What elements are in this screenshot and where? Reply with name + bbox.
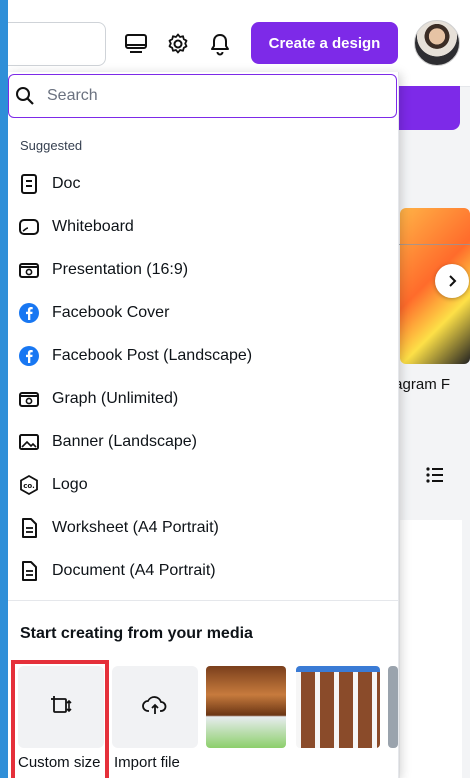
whiteboard-icon	[18, 216, 40, 238]
svg-text:co.: co.	[23, 482, 35, 490]
media-thumbnail[interactable]	[206, 666, 286, 748]
media-section-title: Start creating from your media	[20, 625, 253, 642]
avatar[interactable]	[414, 20, 460, 66]
suggested-item-document[interactable]: Document (A4 Portrait)	[8, 550, 398, 592]
image-icon	[18, 431, 40, 453]
media-thumbnail[interactable]	[296, 666, 380, 748]
create-design-button[interactable]: Create a design	[251, 22, 398, 64]
suggested-item-logo[interactable]: co. Logo	[8, 464, 398, 506]
background-panel	[400, 520, 462, 778]
suggested-item-presentation[interactable]: Presentation (16:9)	[8, 249, 398, 291]
graph-icon	[18, 388, 40, 410]
suggested-item-doc[interactable]: Doc	[8, 163, 398, 205]
create-design-dropdown: Search Suggested Doc Whiteboard Presenta…	[8, 72, 399, 778]
facebook-icon	[18, 302, 40, 324]
header-search-box[interactable]	[8, 22, 106, 66]
suggested-item-label: Banner (Landscape)	[52, 433, 197, 450]
suggested-item-label: Worksheet (A4 Portrait)	[52, 519, 219, 536]
import-file-label: Import file	[114, 754, 180, 771]
suggested-item-whiteboard[interactable]: Whiteboard	[8, 206, 398, 248]
suggested-item-graph[interactable]: Graph (Unlimited)	[8, 378, 398, 420]
monitor-icon[interactable]	[122, 30, 150, 58]
suggested-item-label: Presentation (16:9)	[52, 261, 189, 278]
suggested-item-facebook-cover[interactable]: Facebook Cover	[8, 292, 398, 334]
document-icon	[18, 517, 40, 539]
suggested-item-label: Facebook Post (Landscape)	[52, 347, 253, 364]
suggested-item-facebook-post[interactable]: Facebook Post (Landscape)	[8, 335, 398, 377]
document-icon	[18, 560, 40, 582]
media-thumbnail[interactable]	[388, 666, 398, 748]
cloud-upload-icon	[142, 693, 168, 722]
search-placeholder: Search	[47, 87, 98, 104]
suggested-item-label: Facebook Cover	[52, 304, 170, 321]
suggested-title: Suggested	[20, 138, 83, 153]
suggested-item-banner[interactable]: Banner (Landscape)	[8, 421, 398, 463]
suggested-item-label: Doc	[52, 175, 81, 192]
list-view-icon[interactable]	[426, 466, 444, 489]
custom-size-highlight	[11, 660, 109, 778]
suggested-item-label: Logo	[52, 476, 88, 493]
facebook-icon	[18, 345, 40, 367]
dropdown-divider	[8, 600, 398, 601]
search-input[interactable]: Search	[8, 74, 397, 118]
app-frame: Create a design tagram F Search Suggeste…	[8, 0, 470, 778]
search-icon	[15, 86, 35, 111]
suggested-item-label: Graph (Unlimited)	[52, 390, 179, 407]
logo-icon: co.	[18, 474, 40, 496]
doc-icon	[18, 173, 40, 195]
bell-icon[interactable]	[206, 30, 234, 58]
background-card-label: tagram F	[390, 376, 451, 393]
suggested-item-label: Document (A4 Portrait)	[52, 562, 216, 579]
presentation-icon	[18, 259, 40, 281]
import-file-tile[interactable]	[112, 666, 198, 748]
chevron-right-icon[interactable]	[435, 264, 469, 298]
suggested-item-label: Whiteboard	[52, 218, 134, 235]
suggested-item-worksheet[interactable]: Worksheet (A4 Portrait)	[8, 507, 398, 549]
gear-icon[interactable]	[164, 30, 192, 58]
